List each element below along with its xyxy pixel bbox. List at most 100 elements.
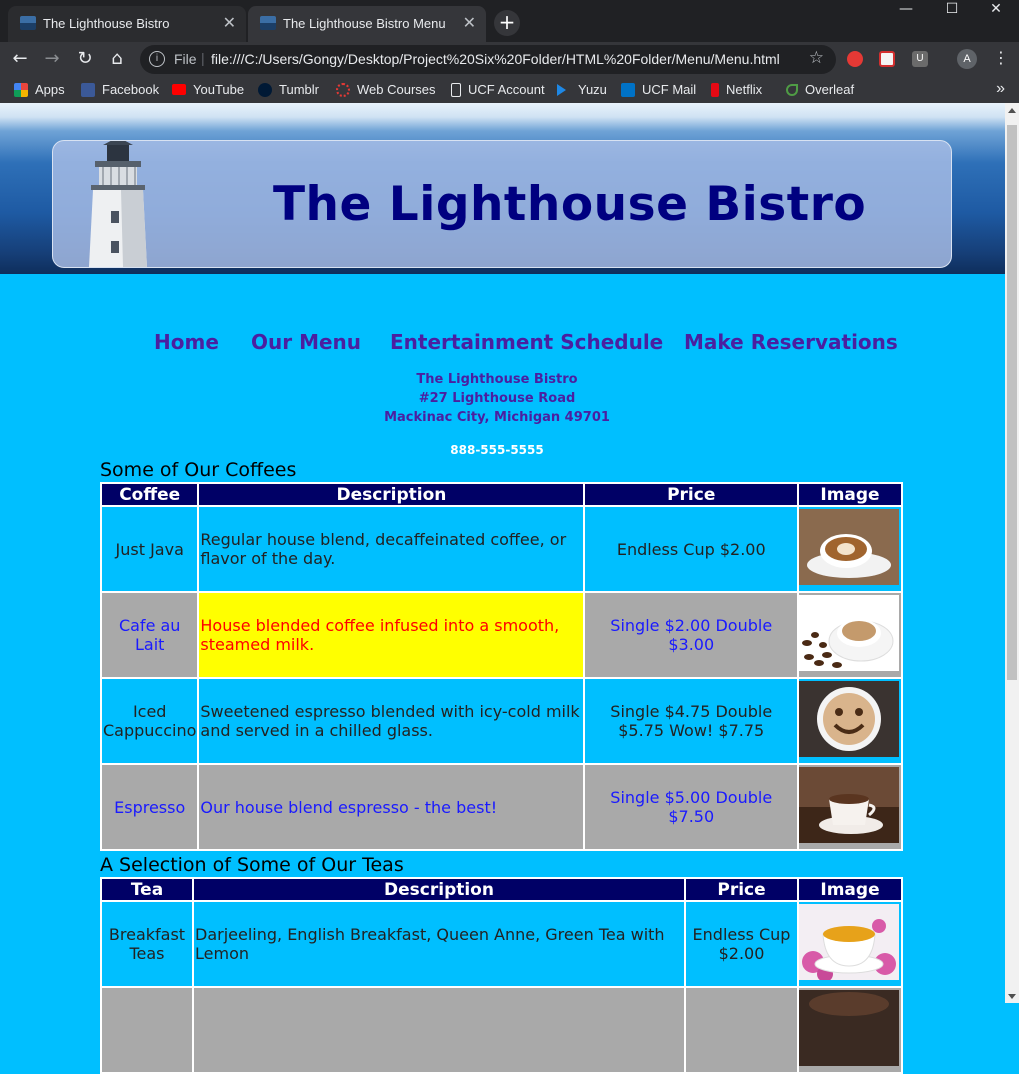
tab-lighthouse-bistro[interactable]: The Lighthouse Bistro ✕ bbox=[8, 6, 246, 42]
tea-table: Tea Description Price Image Breakfast Te… bbox=[100, 877, 903, 1074]
tab-title: The Lighthouse Bistro Menu bbox=[283, 16, 446, 31]
column-header: Tea bbox=[102, 879, 192, 900]
bookmark-facebook[interactable]: Facebook bbox=[81, 82, 159, 97]
webcourses-icon bbox=[336, 82, 350, 97]
bookmark-web-courses[interactable]: Web Courses bbox=[336, 82, 436, 97]
profile-avatar[interactable]: A bbox=[957, 49, 977, 69]
table-row: Just Java Regular house blend, decaffein… bbox=[102, 507, 901, 591]
tab-title: The Lighthouse Bistro bbox=[43, 16, 170, 31]
outlook-icon bbox=[621, 82, 635, 97]
item-name: Just Java bbox=[102, 507, 198, 591]
item-image-cell bbox=[798, 679, 901, 763]
reload-icon[interactable]: ↻ bbox=[71, 46, 99, 74]
item-price bbox=[686, 988, 797, 1072]
tea-image bbox=[799, 990, 899, 1066]
url-text[interactable]: file:///C:/Users/Gongy/Desktop/Project%2… bbox=[211, 51, 780, 67]
pdf-extension-icon[interactable] bbox=[879, 51, 895, 67]
page-scrollbar[interactable] bbox=[1005, 103, 1019, 1003]
item-description: Sweetened espresso blended with icy-cold… bbox=[199, 679, 584, 763]
table-header-row: Tea Description Price Image bbox=[102, 879, 901, 900]
tea-table-caption: A Selection of Some of Our Teas bbox=[100, 854, 404, 876]
adblock-extension-icon[interactable] bbox=[847, 51, 863, 67]
column-header: Coffee bbox=[102, 484, 198, 505]
scrollbar-thumb[interactable] bbox=[1007, 125, 1017, 680]
menu-dots-icon[interactable]: ⋮ bbox=[993, 48, 1009, 67]
home-icon[interactable]: ⌂ bbox=[103, 46, 131, 74]
page-favicon-icon bbox=[260, 16, 276, 30]
coffee-beans-image bbox=[798, 595, 899, 671]
site-title: The Lighthouse Bistro bbox=[273, 177, 867, 232]
table-row: Cafe au Lait House blended coffee infuse… bbox=[102, 593, 901, 677]
item-image-cell bbox=[799, 902, 901, 986]
page-favicon-icon bbox=[20, 16, 36, 30]
bookmark-ucf-mail[interactable]: UCF Mail bbox=[621, 82, 696, 97]
page-icon bbox=[451, 82, 461, 97]
scroll-down-icon[interactable] bbox=[1008, 994, 1016, 999]
bookmark-star-icon[interactable]: ☆ bbox=[809, 48, 824, 68]
nav-our-menu[interactable]: Our Menu bbox=[251, 330, 361, 354]
more-bookmarks-icon[interactable]: » bbox=[996, 80, 1005, 98]
bookmark-overleaf[interactable]: Overleaf bbox=[786, 82, 854, 97]
yuzu-icon bbox=[557, 83, 566, 96]
column-header: Image bbox=[799, 879, 901, 900]
facebook-icon bbox=[81, 82, 95, 97]
column-header: Description bbox=[199, 484, 584, 505]
bookmark-ucf-account[interactable]: UCF Account bbox=[451, 82, 545, 97]
scroll-up-icon[interactable] bbox=[1008, 108, 1016, 113]
table-header-row: Coffee Description Price Image bbox=[102, 484, 901, 505]
bookmark-apps[interactable]: Apps bbox=[14, 82, 65, 97]
item-name: Cafe au Lait bbox=[102, 593, 198, 677]
business-phone: 888-555-5555 bbox=[450, 443, 544, 457]
overleaf-icon bbox=[786, 83, 798, 96]
business-city: Mackinac City, Michigan 49701 bbox=[384, 410, 610, 425]
bookmarks-bar: Apps Facebook YouTube Tumblr Web Courses… bbox=[0, 77, 1019, 103]
table-row bbox=[102, 988, 901, 1072]
item-image-cell bbox=[798, 507, 901, 591]
item-image-cell bbox=[798, 593, 901, 677]
close-tab-icon[interactable]: ✕ bbox=[463, 13, 476, 33]
item-name bbox=[102, 988, 192, 1072]
nav-home[interactable]: Home bbox=[154, 330, 219, 354]
item-description: Regular house blend, decaffeinated coffe… bbox=[199, 507, 584, 591]
item-price: Single $2.00 Double $3.00 bbox=[585, 593, 797, 677]
address-bar[interactable]: i File | file:///C:/Users/Gongy/Desktop/… bbox=[140, 45, 836, 74]
minimize-button[interactable]: — bbox=[883, 0, 929, 20]
url-separator: | bbox=[201, 50, 205, 66]
coffee-table-caption: Some of Our Coffees bbox=[100, 459, 297, 481]
header-banner: The Lighthouse Bistro bbox=[0, 103, 1005, 274]
item-price: Single $4.75 Double $5.75 Wow! $7.75 bbox=[585, 679, 797, 763]
bookmark-tumblr[interactable]: Tumblr bbox=[258, 82, 319, 97]
back-arrow-icon[interactable]: ← bbox=[6, 46, 34, 74]
bookmark-netflix[interactable]: Netflix bbox=[711, 82, 762, 97]
nav-entertainment-schedule[interactable]: Entertainment Schedule bbox=[390, 330, 663, 354]
item-name: Iced Cappuccino bbox=[102, 679, 198, 763]
tumblr-icon bbox=[258, 82, 272, 97]
table-row: Breakfast Teas Darjeeling, English Break… bbox=[102, 902, 901, 986]
item-description bbox=[194, 988, 684, 1072]
latte-art-image bbox=[798, 509, 899, 585]
column-header: Price bbox=[585, 484, 797, 505]
new-tab-button[interactable]: + bbox=[494, 10, 520, 36]
forward-arrow-icon[interactable]: → bbox=[38, 46, 66, 74]
item-description: Darjeeling, English Breakfast, Queen Ann… bbox=[194, 902, 684, 986]
nav-make-reservations[interactable]: Make Reservations bbox=[684, 330, 898, 354]
smiley-foam-image bbox=[798, 681, 899, 757]
bookmark-yuzu[interactable]: Yuzu bbox=[557, 82, 607, 97]
item-description: House blended coffee infused into a smoo… bbox=[199, 593, 584, 677]
column-header: Description bbox=[194, 879, 684, 900]
bookmark-youtube[interactable]: YouTube bbox=[172, 82, 244, 97]
business-address: The Lighthouse Bistro #27 Lighthouse Roa… bbox=[300, 370, 694, 427]
close-tab-icon[interactable]: ✕ bbox=[223, 13, 236, 33]
business-name: The Lighthouse Bistro bbox=[416, 372, 578, 387]
netflix-icon bbox=[711, 82, 719, 97]
site-info-icon[interactable]: i bbox=[149, 51, 165, 67]
item-description: Our house blend espresso - the best! bbox=[199, 765, 584, 849]
maximize-button[interactable]: ☐ bbox=[929, 0, 975, 20]
youtube-icon bbox=[172, 84, 186, 95]
ublock-extension-icon[interactable]: U bbox=[912, 51, 928, 67]
tab-lighthouse-bistro-menu[interactable]: The Lighthouse Bistro Menu ✕ bbox=[248, 6, 486, 42]
close-window-button[interactable]: ✕ bbox=[973, 0, 1019, 20]
tea-cup-image bbox=[799, 904, 899, 982]
item-name: Espresso bbox=[102, 765, 198, 849]
table-row: Espresso Our house blend espresso - the … bbox=[102, 765, 901, 849]
